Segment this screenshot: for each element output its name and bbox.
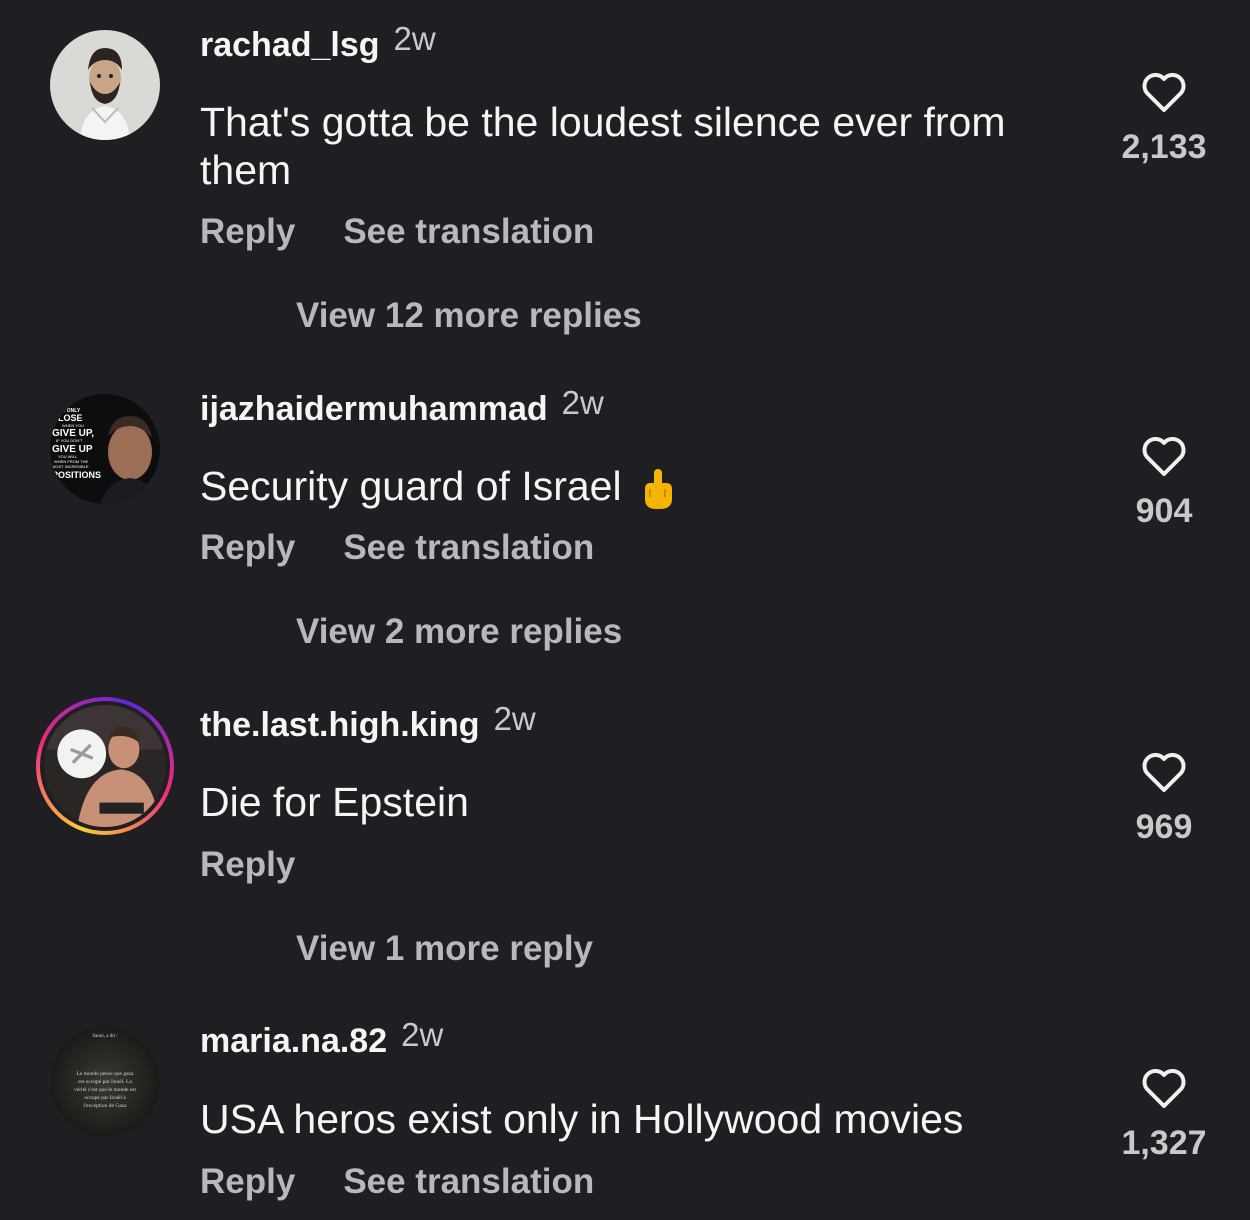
avatar-illustration-icon <box>50 30 160 140</box>
middle-finger-emoji-icon <box>644 469 672 510</box>
avatar-story-ring[interactable] <box>36 697 174 835</box>
timestamp: 2w <box>493 700 536 737</box>
comment-actions: Reply See translation <box>200 1162 594 1202</box>
avatar-ring-inner <box>40 701 170 831</box>
view-more-replies-button[interactable]: View 1 more reply <box>296 929 593 969</box>
avatar-text: MOST INCREDIBLE <box>52 464 89 469</box>
heart-outline-icon[interactable] <box>1140 434 1188 478</box>
heart-outline-icon[interactable] <box>1140 750 1188 794</box>
comment-text: Security guard of Israel <box>200 462 1080 511</box>
avatar-quote-image-icon: Saoui, a dit : Le monde pense que gaza e… <box>50 1027 160 1137</box>
comment-actions: Reply See translation <box>200 528 594 568</box>
comment-header: maria.na.82 2w <box>200 1016 443 1061</box>
view-more-replies-button[interactable]: View 12 more replies <box>296 296 642 336</box>
comment-header: ijazhaidermuhammad 2w <box>200 384 604 429</box>
username[interactable]: the.last.high.king <box>200 706 480 744</box>
view-more-replies-button[interactable]: View 2 more replies <box>296 612 622 652</box>
comment-text: USA heros exist only in Hollywood movies <box>200 1096 964 1142</box>
like-control: 969 <box>1104 750 1224 847</box>
see-translation-button[interactable]: See translation <box>343 528 594 568</box>
comment-text: That's gotta be the loudest silence ever… <box>200 99 1006 193</box>
avatar-boxer-photo-icon <box>44 705 166 827</box>
like-control: 2,133 <box>1104 70 1224 167</box>
username[interactable]: rachad_lsg <box>200 26 380 64</box>
avatar-text: occupé par Israël à <box>84 1095 126 1101</box>
like-count: 1,327 <box>1121 1124 1207 1162</box>
comment-text: Die for Epstein <box>200 779 469 825</box>
avatar-quote-photo-icon: I ONLY LOSE WHEN YOU GIVE UP, IF YOU DON… <box>50 394 160 504</box>
timestamp: 2w <box>393 20 436 57</box>
avatar-text: l'exception de Gaza <box>83 1103 127 1109</box>
like-control: 1,327 <box>1104 1066 1224 1163</box>
username[interactable]: ijazhaidermuhammad <box>200 390 548 428</box>
avatar-text: est occupé par Israël. La <box>78 1079 132 1085</box>
heart-outline-icon[interactable] <box>1140 1066 1188 1110</box>
avatar-text: vérité c'est que le monde est <box>74 1087 136 1093</box>
comment-header: rachad_lsg 2w <box>200 20 436 65</box>
like-control: 904 <box>1104 434 1224 531</box>
see-translation-button[interactable]: See translation <box>343 1162 594 1202</box>
timestamp: 2w <box>561 384 604 421</box>
like-count: 2,133 <box>1121 128 1207 166</box>
reply-button[interactable]: Reply <box>200 845 295 885</box>
see-translation-button[interactable]: See translation <box>343 212 594 252</box>
avatar-text: LOSE <box>58 413 83 423</box>
avatar-text: IF YOU DON'T <box>56 438 83 443</box>
reply-button[interactable]: Reply <box>200 528 295 568</box>
avatar-text: POSITIONS <box>52 470 101 480</box>
comment-header: the.last.high.king 2w <box>200 700 536 745</box>
heart-outline-icon[interactable] <box>1140 70 1188 114</box>
like-count: 969 <box>1135 808 1193 846</box>
comment-text-content: Security guard of Israel <box>200 463 622 509</box>
avatar-text: Saoui, a dit : <box>92 1034 117 1039</box>
comment-actions: Reply <box>200 845 295 885</box>
reply-button[interactable]: Reply <box>200 212 295 252</box>
comment-actions: Reply See translation <box>200 212 594 252</box>
like-count: 904 <box>1135 492 1193 530</box>
avatar[interactable]: I ONLY LOSE WHEN YOU GIVE UP, IF YOU DON… <box>50 394 160 504</box>
reply-button[interactable]: Reply <box>200 1162 295 1202</box>
avatar-text: Le monde pense que gaza <box>77 1071 134 1077</box>
username[interactable]: maria.na.82 <box>200 1022 387 1060</box>
avatar <box>44 705 166 827</box>
avatar[interactable]: Saoui, a dit : Le monde pense que gaza e… <box>50 1027 160 1137</box>
avatar[interactable] <box>50 30 160 140</box>
timestamp: 2w <box>401 1016 444 1053</box>
